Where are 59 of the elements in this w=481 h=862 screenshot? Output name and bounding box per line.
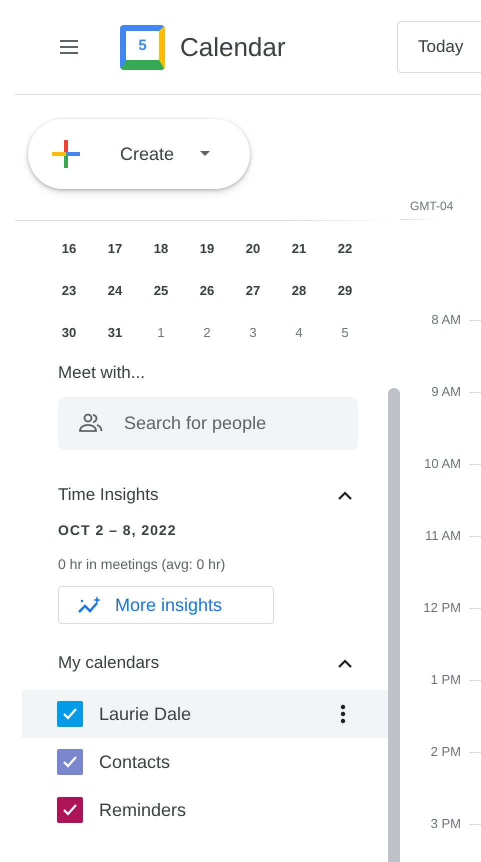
calendar-day[interactable]: 2: [184, 324, 230, 340]
calendar-day[interactable]: 20: [230, 240, 276, 256]
calendar-name: Contacts: [99, 752, 170, 772]
chevron-icon: [338, 658, 352, 668]
calendar-day[interactable]: 3: [230, 324, 276, 340]
calendar-day[interactable]: 17: [92, 240, 138, 256]
meetings-summary: 0 hr in meetings (avg: 0 hr): [58, 556, 226, 572]
calendar-day[interactable]: 19: [184, 240, 230, 256]
timezone-label: GMT-04: [410, 199, 454, 213]
calendar-logo-icon: 5: [120, 24, 165, 70]
calendar-list-item[interactable]: Laurie Dale: [22, 690, 388, 738]
section-title: My calendars: [58, 653, 160, 673]
search-field[interactable]: Search for people: [58, 397, 358, 450]
calendar-day[interactable]: 5: [322, 324, 368, 340]
section-title: Time Insights: [58, 485, 158, 505]
more-options-icon[interactable]: [340, 704, 346, 724]
calendar-day[interactable]: 30: [46, 324, 92, 340]
chevron-icon: [338, 490, 352, 500]
calendar-day[interactable]: 23: [46, 282, 92, 298]
hour-label: 2 PM: [430, 744, 461, 760]
more-insights-button[interactable]: More insights: [58, 586, 274, 624]
calendar-list-item[interactable]: Reminders: [22, 786, 388, 834]
checkmark-icon: [62, 707, 78, 721]
checkbox[interactable]: [57, 749, 83, 775]
hour-label: 1 PM: [430, 672, 461, 688]
hour-label: 3 PM: [430, 816, 461, 832]
calendar-day[interactable]: 25: [138, 282, 184, 298]
calendar-day[interactable]: 29: [322, 282, 368, 298]
hour-label: 12 PM: [423, 600, 461, 616]
date-range: OCT 2 – 8, 2022: [58, 522, 178, 538]
section-title: Meet with...: [58, 363, 146, 383]
checkmark-icon: [62, 755, 78, 769]
calendar-day[interactable]: 22: [322, 240, 368, 256]
calendar-day[interactable]: 26: [184, 282, 230, 298]
calendar-name: Reminders: [99, 800, 186, 820]
calendar-day[interactable]: 18: [138, 240, 184, 256]
scrollbar[interactable]: [388, 388, 400, 862]
checkbox[interactable]: [57, 797, 83, 823]
dropdown-caret-icon: [200, 151, 210, 157]
calendar-name: Laurie Dale: [99, 704, 192, 724]
calendar-day[interactable]: 24: [92, 282, 138, 298]
checkbox[interactable]: [57, 701, 83, 727]
calendar-day[interactable]: 16: [46, 240, 92, 256]
calendar-day[interactable]: 27: [230, 282, 276, 298]
calendar-day[interactable]: 1: [138, 324, 184, 340]
calendar-day[interactable]: 28: [276, 282, 322, 298]
hour-label: 11 AM: [425, 528, 461, 544]
hour-label: 10 AM: [424, 456, 461, 472]
calendar-list-item[interactable]: Contacts: [22, 738, 388, 786]
hour-label: 9 AM: [431, 384, 461, 400]
calendar-day[interactable]: 4: [276, 324, 322, 340]
app-title: Calendar: [180, 32, 286, 62]
people-icon: [78, 413, 104, 433]
calendar-day[interactable]: 31: [92, 324, 138, 340]
hour-label: 8 AM: [431, 312, 461, 328]
checkmark-icon: [62, 803, 78, 817]
today-button[interactable]: Today: [397, 21, 481, 73]
calendar-day[interactable]: 21: [276, 240, 322, 256]
create-button[interactable]: Create: [28, 119, 250, 189]
